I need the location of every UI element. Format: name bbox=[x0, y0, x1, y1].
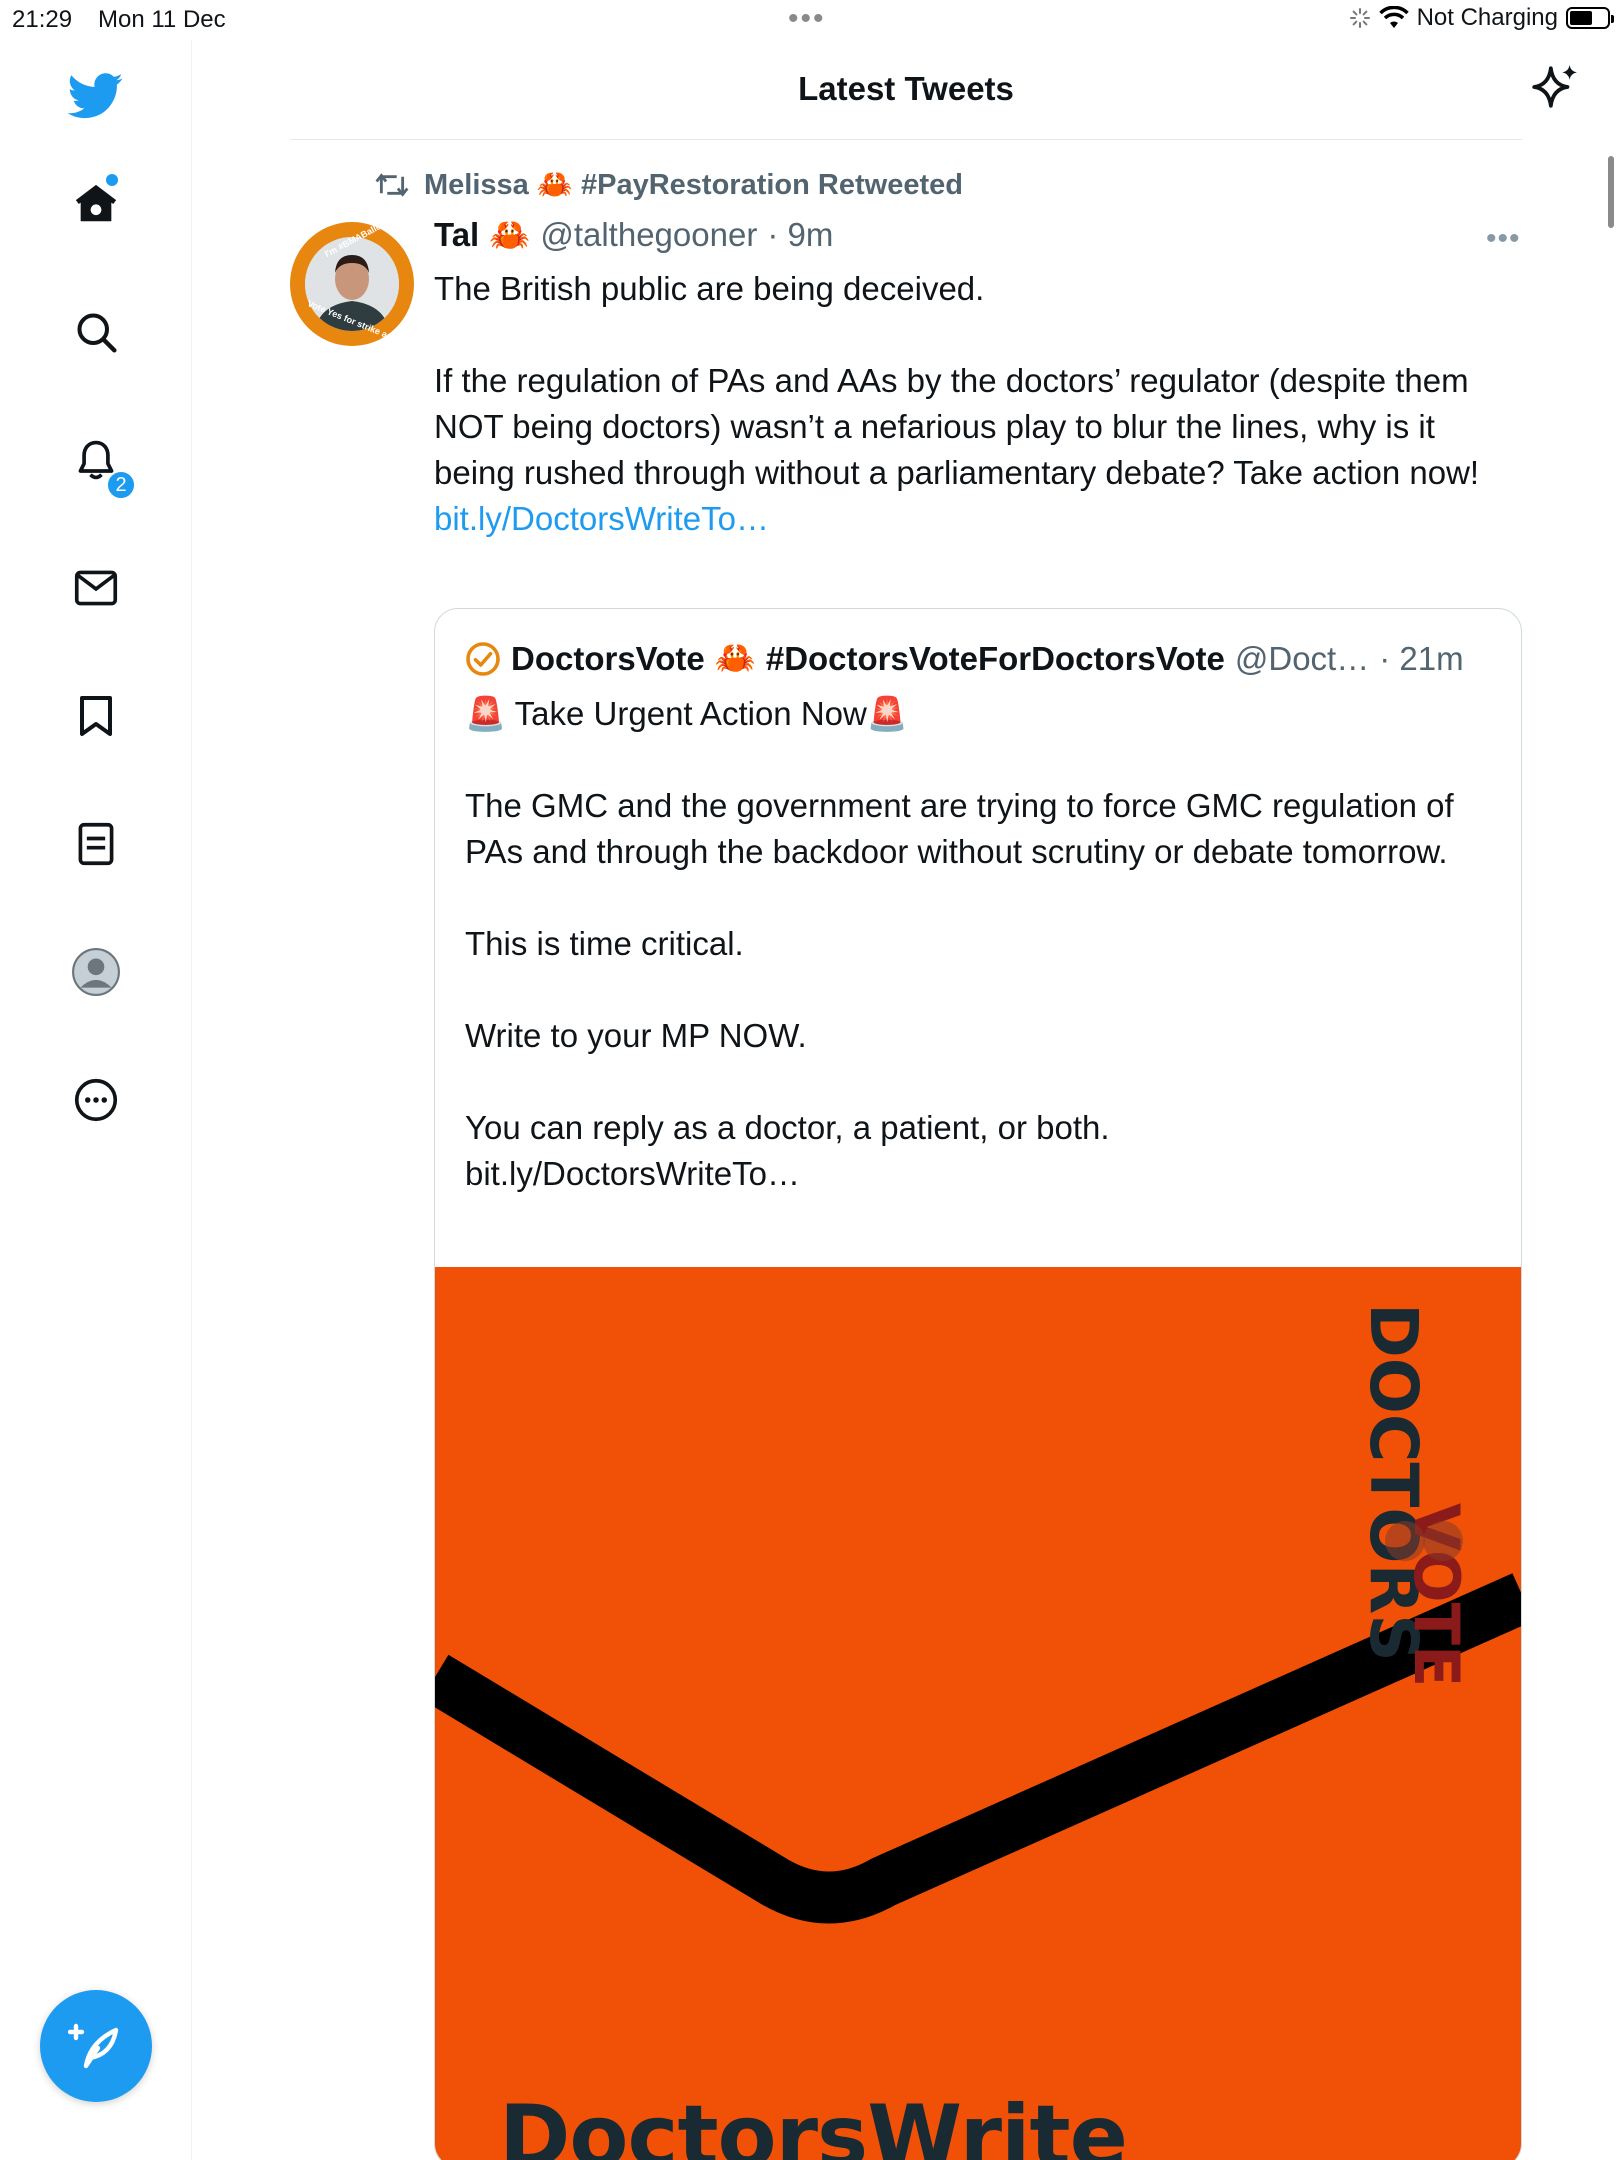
quote-media-image[interactable]: DOCTORS VOTE DoctorsWrite bbox=[435, 1267, 1521, 2160]
compose-tweet-button[interactable] bbox=[40, 1990, 152, 2102]
scrollbar[interactable] bbox=[1608, 156, 1614, 228]
messages-mail-icon[interactable] bbox=[68, 560, 124, 616]
retweet-icon bbox=[375, 173, 409, 197]
doctorswrite-brand-text: DoctorsWrite bbox=[499, 2087, 1128, 2160]
sidebar-nav: 2 bbox=[0, 40, 192, 2160]
author-name[interactable]: Tal bbox=[434, 216, 479, 254]
loading-spinner-icon bbox=[1349, 8, 1370, 28]
status-date: Mon 11 Dec bbox=[98, 6, 226, 33]
status-time: 21:29 bbox=[12, 6, 73, 33]
author-emoji: 🦀 bbox=[489, 216, 531, 253]
bookmarks-icon[interactable] bbox=[68, 688, 124, 744]
doctorsvote-logo: DOCTORS VOTE bbox=[1355, 1303, 1473, 1687]
notification-count-badge: 2 bbox=[106, 470, 136, 500]
quote-author-emoji: 🦀 bbox=[714, 639, 756, 676]
quote-paragraph-3: Write to your MP NOW. bbox=[465, 1017, 807, 1054]
lists-icon[interactable] bbox=[68, 816, 124, 872]
multitasking-dots-icon[interactable]: ••• bbox=[788, 2, 826, 36]
author-avatar[interactable]: I'm #BMABallotReady Vote Yes for strike … bbox=[290, 222, 414, 346]
tweet-line-2: If the regulation of PAs and AAs by the … bbox=[434, 362, 1480, 491]
quote-text: 🚨 Take Urgent Action Now🚨 The GMC and th… bbox=[465, 691, 1495, 1197]
quote-author-name[interactable]: DoctorsVote bbox=[511, 640, 705, 678]
compose-feather-icon bbox=[68, 2023, 119, 2069]
tweet-link[interactable]: bit.ly/DoctorsWriteTo… bbox=[434, 496, 1524, 542]
status-indicators: Not Charging bbox=[1349, 4, 1614, 32]
tweet-line-1: The British public are being deceived. bbox=[434, 270, 985, 307]
more-options-icon[interactable] bbox=[68, 1072, 124, 1128]
home-unread-dot bbox=[106, 174, 118, 186]
quote-paragraph-1: The GMC and the government are trying to… bbox=[465, 787, 1454, 870]
quote-author-handle[interactable]: @Doct… bbox=[1235, 640, 1369, 678]
status-bar: 21:29 Mon 11 Dec ••• Not Charging bbox=[0, 0, 1620, 40]
search-icon[interactable] bbox=[68, 304, 124, 360]
retweeted-by-label[interactable]: Melissa 🦀 #PayRestoration Retweeted bbox=[424, 168, 963, 202]
quote-headline: 🚨 Take Urgent Action Now🚨 bbox=[465, 695, 908, 732]
tweet-more-options-icon[interactable]: ••• bbox=[1486, 222, 1521, 256]
quote-header: DoctorsVote 🦀 #DoctorsVoteForDoctorsVote… bbox=[465, 639, 1464, 678]
tweet-time[interactable]: · 9m bbox=[767, 216, 833, 254]
verified-badge-icon bbox=[466, 641, 500, 676]
page-title: Latest Tweets bbox=[798, 70, 1014, 107]
quote-author-hashtag: #DoctorsVoteForDoctorsVote bbox=[765, 639, 1225, 677]
retweet-context: Melissa 🦀 #PayRestoration Retweeted bbox=[374, 168, 963, 202]
sparkle-timeline-toggle-icon[interactable] bbox=[1530, 62, 1580, 112]
quote-paragraph-2: This is time critical. bbox=[465, 925, 744, 962]
tweet-header: Tal 🦀 @talthegooner · 9m bbox=[434, 216, 833, 255]
battery-icon bbox=[1566, 7, 1614, 29]
quote-link[interactable]: bit.ly/DoctorsWriteTo… bbox=[465, 1151, 1495, 1197]
charging-status: Not Charging bbox=[1416, 4, 1558, 31]
tweet-text: The British public are being deceived. I… bbox=[434, 266, 1524, 542]
quote-time[interactable]: · 21m bbox=[1379, 640, 1463, 678]
wifi-icon bbox=[1378, 6, 1409, 28]
quote-paragraph-4: You can reply as a doctor, a patient, or… bbox=[465, 1109, 1110, 1146]
quoted-tweet[interactable]: DoctorsVote 🦀 #DoctorsVoteForDoctorsVote… bbox=[434, 608, 1522, 2160]
timeline-header: Latest Tweets bbox=[290, 40, 1522, 140]
author-handle[interactable]: @talthegooner bbox=[540, 216, 757, 254]
profile-avatar-icon[interactable] bbox=[68, 944, 124, 1000]
twitter-logo-icon[interactable] bbox=[68, 68, 124, 124]
